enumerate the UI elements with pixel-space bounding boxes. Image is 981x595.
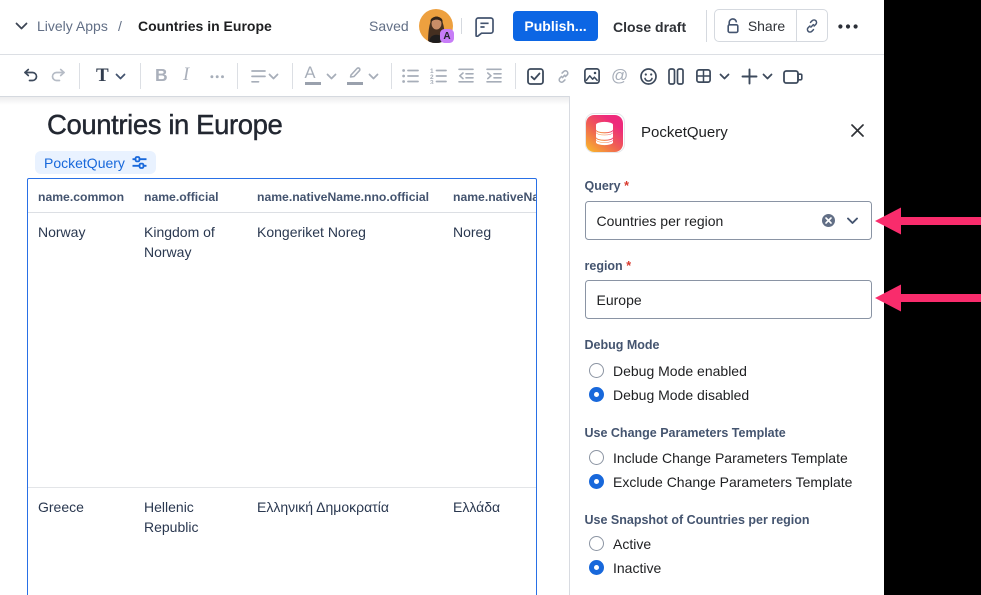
svg-text:3: 3 — [430, 80, 434, 85]
